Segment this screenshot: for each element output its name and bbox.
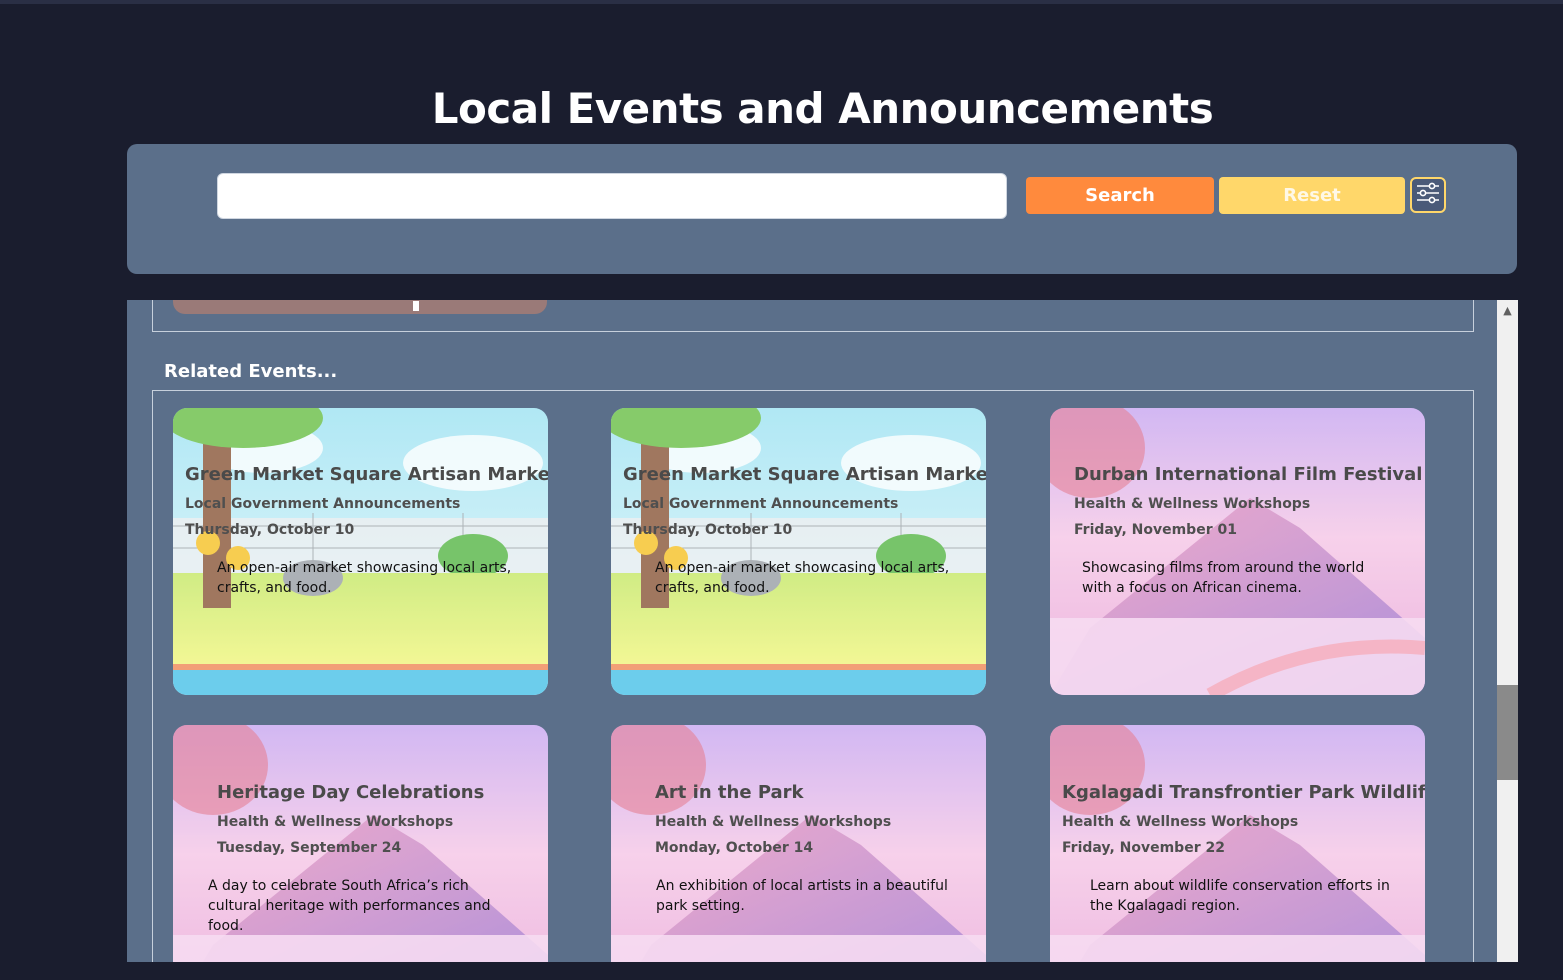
event-category: Local Government Announcements: [623, 496, 899, 512]
event-card[interactable]: Green Market Square Artisan Market Local…: [173, 408, 548, 695]
filter-button[interactable]: [1410, 177, 1446, 213]
event-description: An open-air market showcasing local arts…: [655, 560, 950, 596]
pink-mountain-illustration: [1050, 408, 1425, 695]
event-title: Art in the Park: [655, 782, 804, 803]
event-details-scroll-area[interactable]: Related Events... Green Market Square Ar…: [127, 300, 1497, 962]
event-date: Friday, November 01: [1074, 522, 1237, 538]
event-date: Thursday, October 10: [623, 522, 793, 538]
event-card[interactable]: Kgalagadi Transfrontier Park Wildlif Hea…: [1050, 725, 1425, 962]
event-card[interactable]: Art in the Park Health & Wellness Worksh…: [611, 725, 986, 962]
reset-button[interactable]: Reset: [1219, 177, 1405, 214]
event-card[interactable]: Green Market Square Artisan Market Local…: [611, 408, 986, 695]
event-date: Tuesday, September 24: [217, 840, 402, 856]
search-button[interactable]: Search: [1026, 177, 1214, 214]
event-card[interactable]: Heritage Day Celebrations Health & Welln…: [173, 725, 548, 962]
event-category: Health & Wellness Workshops: [1074, 496, 1311, 512]
park-illustration: [611, 408, 986, 695]
event-title: Heritage Day Celebrations: [217, 782, 485, 803]
event-title: Kgalagadi Transfrontier Park Wildlif: [1062, 782, 1425, 803]
park-illustration: [173, 408, 548, 695]
event-title: Durban International Film Festival: [1074, 464, 1423, 485]
event-date: Monday, October 14: [655, 840, 814, 856]
search-input[interactable]: [217, 173, 1007, 219]
event-date: Thursday, October 10: [185, 522, 355, 538]
event-description: Learn about wildlife conservation effort…: [1090, 878, 1390, 914]
event-image-bottom: [173, 300, 547, 314]
event-title: Green Market Square Artisan Market: [185, 464, 548, 485]
event-description: An exhibition of local artists in a beau…: [656, 878, 948, 914]
event-description: A day to celebrate South Africa’s rich c…: [208, 878, 491, 934]
event-description: Showcasing films from around the world w…: [1082, 560, 1365, 596]
event-card[interactable]: Durban International Film Festival Healt…: [1050, 408, 1425, 695]
related-events-grid: Green Market Square Artisan Market Local…: [152, 390, 1474, 962]
vertical-scrollbar[interactable]: ▲: [1497, 300, 1518, 962]
event-title: Green Market Square Artisan Market: [623, 464, 986, 485]
page-title: Local Events and Announcements: [431, 84, 1214, 133]
event-date: Friday, November 22: [1062, 840, 1225, 856]
related-events-heading: Related Events...: [164, 361, 338, 382]
event-category: Health & Wellness Workshops: [217, 814, 454, 830]
scrollbar-thumb[interactable]: [1497, 685, 1518, 780]
event-category: Health & Wellness Workshops: [1062, 814, 1299, 830]
scroll-up-arrow-icon[interactable]: ▲: [1497, 300, 1518, 320]
sliders-icon: [1415, 182, 1441, 208]
window-top-border: [0, 0, 1563, 4]
event-category: Health & Wellness Workshops: [655, 814, 892, 830]
event-category: Local Government Announcements: [185, 496, 461, 512]
event-description: An open-air market showcasing local arts…: [217, 560, 512, 596]
search-panel: Search Reset: [127, 144, 1517, 274]
